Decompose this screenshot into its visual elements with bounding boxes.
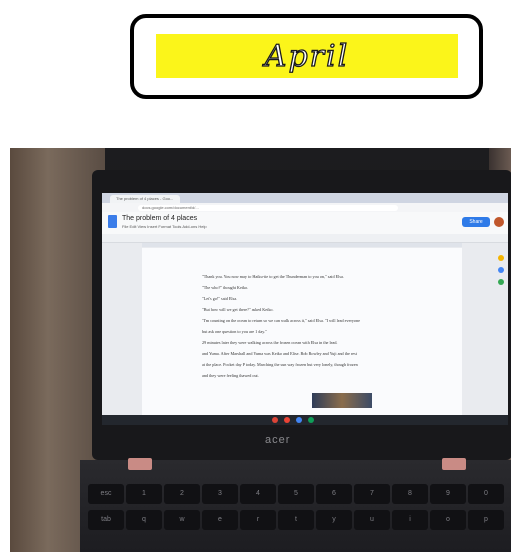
key: 2 xyxy=(164,484,200,504)
video-thumbnail xyxy=(312,393,372,408)
address-bar: docs.google.com/document/d/... xyxy=(138,205,398,211)
laptop-brand: acer xyxy=(265,434,291,446)
hinge-right xyxy=(442,458,466,470)
key: 6 xyxy=(316,484,352,504)
key: 3 xyxy=(202,484,238,504)
doc-line: but ask one question to you are 1 day." xyxy=(202,329,267,334)
doc-line: "But how will we get there?" asked Keiko… xyxy=(202,307,274,312)
key: 9 xyxy=(430,484,466,504)
doc-line: 29 minutes later they were walking acros… xyxy=(202,340,338,345)
key: 4 xyxy=(240,484,276,504)
doc-body: "Thank you. You now may to Haiku-tie to … xyxy=(202,271,442,381)
key: esc xyxy=(88,484,124,504)
tasks-icon xyxy=(498,267,504,273)
key: 5 xyxy=(278,484,314,504)
doc-line: "Let's go!" said Elsa. xyxy=(202,296,238,301)
key: q xyxy=(126,510,162,530)
doc-line: at the place. Pocket day P today. Marchi… xyxy=(202,362,358,367)
chromeos-shelf xyxy=(102,415,508,425)
key: 8 xyxy=(392,484,428,504)
browser-tab-strip: The problem of 4 places - Goo... xyxy=(102,193,508,203)
key: 0 xyxy=(468,484,504,504)
key: 7 xyxy=(354,484,390,504)
chrome-icon xyxy=(272,417,278,423)
key: p xyxy=(468,510,504,530)
key: y xyxy=(316,510,352,530)
key: 1 xyxy=(126,484,162,504)
key: o xyxy=(430,510,466,530)
key: u xyxy=(354,510,390,530)
doc-line: "The who?" thought Keiko. xyxy=(202,285,249,290)
avatar xyxy=(494,217,504,227)
docs-shelf-icon xyxy=(296,417,302,423)
key: w xyxy=(164,510,200,530)
doc-line: and they were feeling thawed out. xyxy=(202,373,259,378)
hinge-left xyxy=(128,458,152,470)
calendar-icon xyxy=(498,279,504,285)
share-button: Share xyxy=(462,217,490,227)
doc-line: "I'm counting on the ocean to return so … xyxy=(202,318,360,323)
doc-line: "Thank you. You now may to Haiku-tie to … xyxy=(202,274,344,279)
laptop-screen: The problem of 4 places - Goo... docs.go… xyxy=(102,193,508,425)
laptop-base xyxy=(80,460,511,552)
docs-toolbar xyxy=(102,234,508,243)
meet-icon xyxy=(308,417,314,423)
browser-tab: The problem of 4 places - Goo... xyxy=(110,195,180,203)
key: t xyxy=(278,510,314,530)
doc-title: The problem of 4 places xyxy=(122,215,198,222)
docs-icon xyxy=(108,215,117,228)
key: i xyxy=(392,510,428,530)
key: tab xyxy=(88,510,124,530)
title-badge-fill: April xyxy=(156,34,458,78)
key: r xyxy=(240,510,276,530)
key: e xyxy=(202,510,238,530)
doc-menu: File Edit View Insert Format Tools Add-o… xyxy=(122,224,207,229)
ruler xyxy=(142,243,462,247)
title-badge-text: April xyxy=(264,38,350,74)
laptop-photo: The problem of 4 places - Goo... docs.go… xyxy=(10,148,511,552)
gmail-icon xyxy=(284,417,290,423)
keep-icon xyxy=(498,255,504,261)
title-badge: April xyxy=(130,14,483,99)
doc-line: and Yuma. After Marshall and Yuma was Ke… xyxy=(202,351,357,356)
